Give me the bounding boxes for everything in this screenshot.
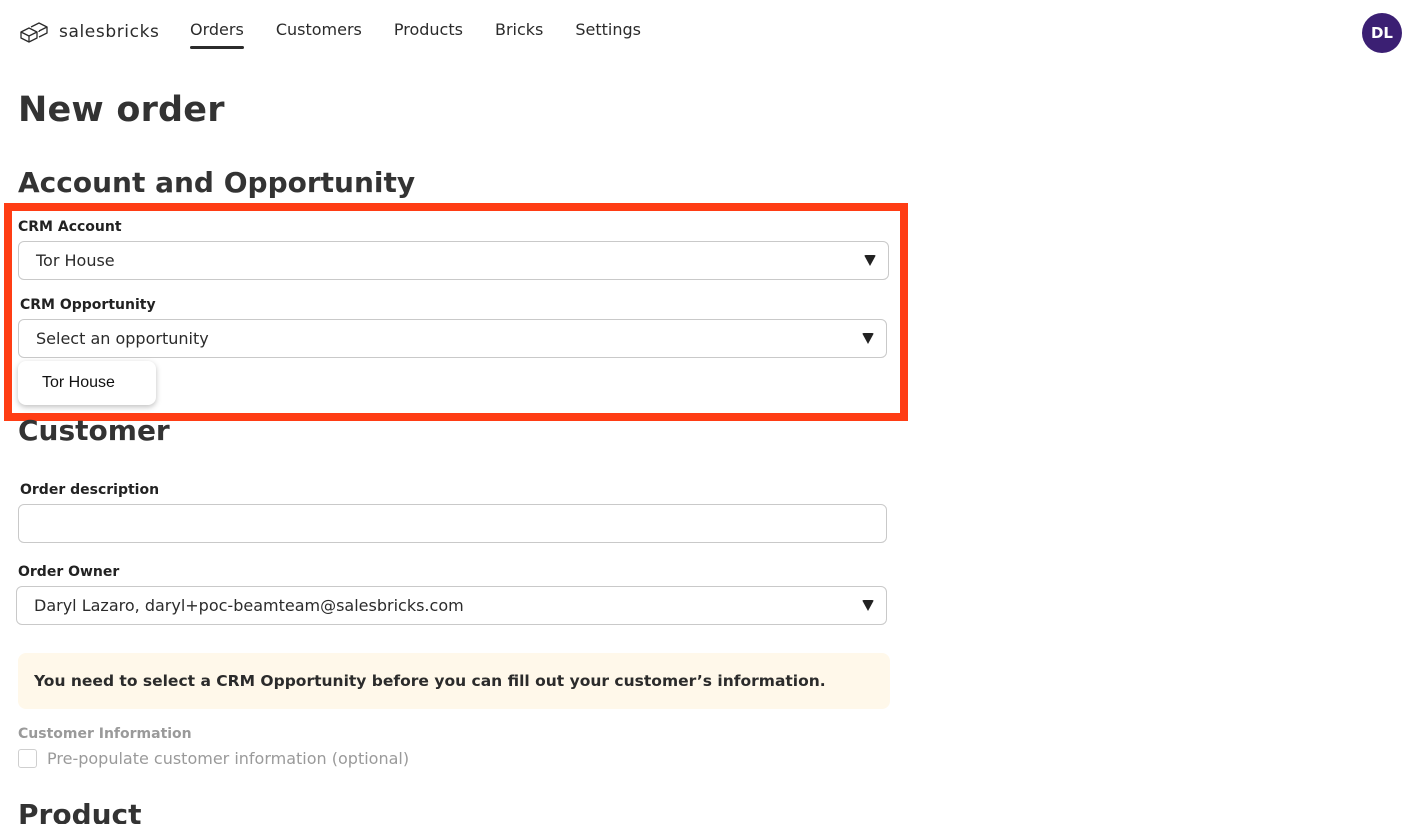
caret-down-icon: [864, 255, 876, 266]
logo-text: salesbricks: [59, 22, 160, 42]
crm-opportunity-select[interactable]: Select an opportunity: [18, 319, 887, 358]
order-owner-select[interactable]: Daryl Lazaro, daryl+poc-beamteam@salesbr…: [16, 586, 887, 625]
opportunity-dropdown-option[interactable]: Tor House: [18, 361, 156, 405]
caret-down-icon: [862, 600, 874, 611]
prepopulate-row: Pre-populate customer information (optio…: [18, 749, 409, 768]
crm-opportunity-label: CRM Opportunity: [20, 297, 156, 313]
crm-opportunity-placeholder: Select an opportunity: [36, 329, 209, 348]
dropdown-option-label: Tor House: [42, 374, 115, 391]
page-title: New order: [18, 90, 225, 130]
crm-account-select[interactable]: Tor House: [18, 241, 889, 280]
order-owner-value: Daryl Lazaro, daryl+poc-beamteam@salesbr…: [34, 596, 464, 615]
account-opportunity-heading: Account and Opportunity: [18, 166, 416, 199]
order-description-label: Order description: [20, 482, 160, 498]
order-owner-label: Order Owner: [18, 564, 120, 580]
opportunity-required-notice: You need to select a CRM Opportunity bef…: [18, 653, 890, 709]
prepopulate-checkbox[interactable]: [18, 749, 37, 768]
nav-item-orders[interactable]: Orders: [190, 20, 244, 49]
crm-account-value: Tor House: [36, 251, 115, 270]
prepopulate-label: Pre-populate customer information (optio…: [47, 749, 410, 768]
nav-menu: Orders Customers Products Bricks Setting…: [190, 20, 641, 49]
customer-information-label: Customer Information: [18, 726, 192, 742]
product-heading: Product: [18, 798, 142, 824]
nav-item-products[interactable]: Products: [394, 20, 463, 49]
customer-heading: Customer: [18, 414, 170, 447]
crm-account-label: CRM Account: [18, 219, 122, 235]
logo[interactable]: salesbricks: [19, 20, 159, 44]
caret-down-icon: [862, 333, 874, 344]
order-description-input[interactable]: [18, 504, 887, 543]
nav-item-bricks[interactable]: Bricks: [495, 20, 543, 49]
top-navigation: salesbricks Orders Customers Products Br…: [0, 0, 1422, 64]
nav-item-customers[interactable]: Customers: [276, 20, 362, 49]
bricks-logo-icon: [20, 22, 48, 43]
user-avatar[interactable]: DL: [1362, 13, 1402, 53]
nav-item-settings[interactable]: Settings: [575, 20, 641, 49]
